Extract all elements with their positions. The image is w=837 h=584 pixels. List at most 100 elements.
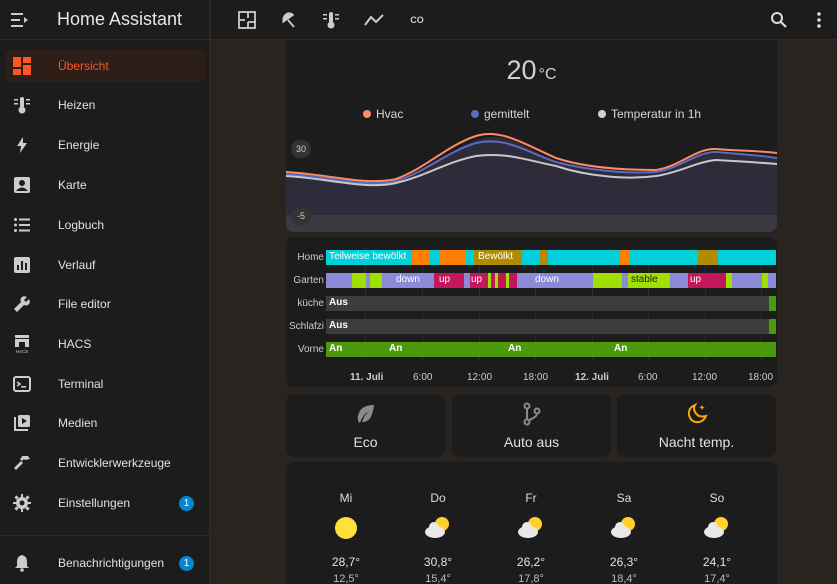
button-label: Eco <box>353 434 378 450</box>
sidebar-item-entwicklerwerkzeuge[interactable]: Entwicklerwerkzeuge <box>5 447 205 479</box>
timeline-label-home: Home <box>297 252 324 263</box>
menu-toggle-icon[interactable] <box>0 12 40 27</box>
weather-forecast-card: Mi 28,7° 12,5° Do 30,8° 15,4° Fr 26,2° 1… <box>286 462 777 584</box>
dots-vertical-icon[interactable] <box>807 8 831 32</box>
hacs-store-icon: HACS <box>6 334 38 354</box>
axis-label-max: 30 <box>291 140 311 158</box>
sidebar-item-verlauf[interactable]: Verlauf <box>5 249 205 281</box>
x-tick: 11. Juli <box>350 372 384 383</box>
sidebar-item-label: Medien <box>58 416 98 430</box>
forecast-day: So 24,1° 17,4° <box>687 491 747 584</box>
svg-text:HACS: HACS <box>16 349 29 354</box>
floor-plan-icon[interactable] <box>235 8 259 32</box>
sidebar-item-label: Verlauf <box>58 258 96 272</box>
auto-aus-button[interactable]: Auto aus <box>452 394 611 457</box>
forecast-day-name: Do <box>430 491 446 505</box>
x-tick: 6:00 <box>413 372 433 383</box>
timeline-state-text: up <box>471 274 483 285</box>
timeline-state-text: Teilweise bewölkt <box>329 251 407 262</box>
forecast-low: 17,4° <box>704 573 730 584</box>
forecast-high: 26,2° <box>516 555 546 569</box>
dashboard-icon <box>6 57 38 75</box>
leaf-icon <box>286 402 445 426</box>
sidebar-item-label: File editor <box>58 297 111 311</box>
sidebar-item-energie[interactable]: Energie <box>5 129 205 161</box>
timeline-state-text: down <box>396 274 420 285</box>
sunny-icon <box>316 511 376 545</box>
partly-cloudy-icon <box>408 511 468 545</box>
timeline-state-text: up <box>439 274 451 285</box>
top-toolbar: CO <box>211 0 837 40</box>
notifications-badge: 1 <box>179 555 194 571</box>
axis-label-min: -5 <box>291 207 311 225</box>
timeline-state-text: Aus <box>329 297 348 308</box>
sidebar-item-label: Übersicht <box>58 59 109 73</box>
play-box-multiple-icon <box>6 414 38 432</box>
settings-badge: 1 <box>179 495 194 511</box>
sidebar-divider <box>0 535 210 536</box>
x-tick: 6:00 <box>638 372 658 383</box>
timeline-label-schlafzi: Schlafzi <box>288 321 324 332</box>
thermostat-card: 20 °C Hvac gemittelt Temperatur in 1h 30 … <box>286 40 777 232</box>
forecast-low: 15,4° <box>425 573 451 584</box>
forecast-high: 28,7° <box>331 555 361 569</box>
timeline-state-text: An <box>614 343 628 354</box>
timeline-row-garten[interactable]: down up up down stable up <box>326 273 776 288</box>
x-tick: 18:00 <box>523 372 549 383</box>
forecast-high: 26,3° <box>609 555 639 569</box>
sidebar-item-hacs[interactable]: HACS HACS <box>5 328 205 360</box>
forecast-high: 30,8° <box>423 555 453 569</box>
timeline-label-garten: Garten <box>293 275 324 286</box>
sidebar-item-einstellungen[interactable]: Einstellungen 1 <box>5 487 205 519</box>
x-tick: 12. Juli <box>575 372 609 383</box>
bell-icon <box>6 554 38 572</box>
forecast-low: 18,4° <box>611 573 637 584</box>
partly-cloudy-icon <box>594 511 654 545</box>
chart-box-icon <box>6 256 38 274</box>
history-timeline-card: Home Teilweise bewölkt Bewölkt Garten do… <box>286 237 777 387</box>
eco-button[interactable]: Eco <box>286 394 445 457</box>
sidebar-item-label: Karte <box>58 178 87 192</box>
timeline-state-text: down <box>535 274 559 285</box>
format-list-bulleted-icon <box>6 216 38 234</box>
forecast-day-name: Mi <box>339 491 353 505</box>
sidebar-item-terminal[interactable]: Terminal <box>5 368 205 400</box>
x-tick: 18:00 <box>748 372 774 383</box>
forecast-day: Mi 28,7° 12,5° <box>316 491 376 584</box>
co2-icon[interactable]: CO <box>405 8 429 32</box>
sidebar-item-uebersicht[interactable]: Übersicht <box>5 50 205 82</box>
sidebar-item-label: Energie <box>58 138 100 152</box>
forecast-day-name: Sa <box>616 491 632 505</box>
x-tick: 12:00 <box>692 372 718 383</box>
nacht-temp-button[interactable]: Nacht temp. <box>617 394 776 457</box>
timeline-label-kueche: küche <box>297 298 324 309</box>
sidebar-item-heizen[interactable]: Heizen <box>5 89 205 121</box>
app-title: Home Assistant <box>57 9 183 29</box>
sidebar-item-benachrichtigungen[interactable]: Benachrichtigungen 1 <box>5 547 205 579</box>
umbrella-icon[interactable] <box>277 8 301 32</box>
forecast-low: 12,5° <box>333 573 359 584</box>
timeline-state-text: up <box>690 274 702 285</box>
temperature-graph <box>286 132 777 232</box>
timeline-state-text: stable <box>631 274 658 285</box>
timeline-row-schlafzi[interactable]: Aus <box>326 319 776 334</box>
timeline-label-vorne: Vorne <box>297 344 324 355</box>
sidebar-item-karte[interactable]: Karte <box>5 169 205 201</box>
sidebar-item-medien[interactable]: Medien <box>5 407 205 439</box>
button-label: Nacht temp. <box>658 434 735 450</box>
thermometer-lines-icon[interactable] <box>319 8 343 32</box>
magnify-icon[interactable] <box>767 8 791 32</box>
sidebar-item-logbuch[interactable]: Logbuch <box>5 209 205 241</box>
sidebar-item-file-editor[interactable]: File editor <box>5 288 205 320</box>
account-box-icon <box>6 176 38 194</box>
lightning-bolt-icon <box>6 136 38 154</box>
sidebar-header: Home Assistant <box>0 0 209 40</box>
timeline-row-vorne[interactable]: An An An An <box>326 342 776 357</box>
sidebar-item-label: Benachrichtigungen <box>58 556 165 570</box>
timeline-row-home[interactable]: Teilweise bewölkt Bewölkt <box>326 250 776 265</box>
timeline-state-text: An <box>389 343 403 354</box>
chart-line-icon[interactable] <box>362 8 386 32</box>
forecast-day-name: Fr <box>525 491 537 505</box>
timeline-row-kueche[interactable]: Aus <box>326 296 776 311</box>
sidebar: Home Assistant Übersicht Heizen Energie … <box>0 0 210 584</box>
